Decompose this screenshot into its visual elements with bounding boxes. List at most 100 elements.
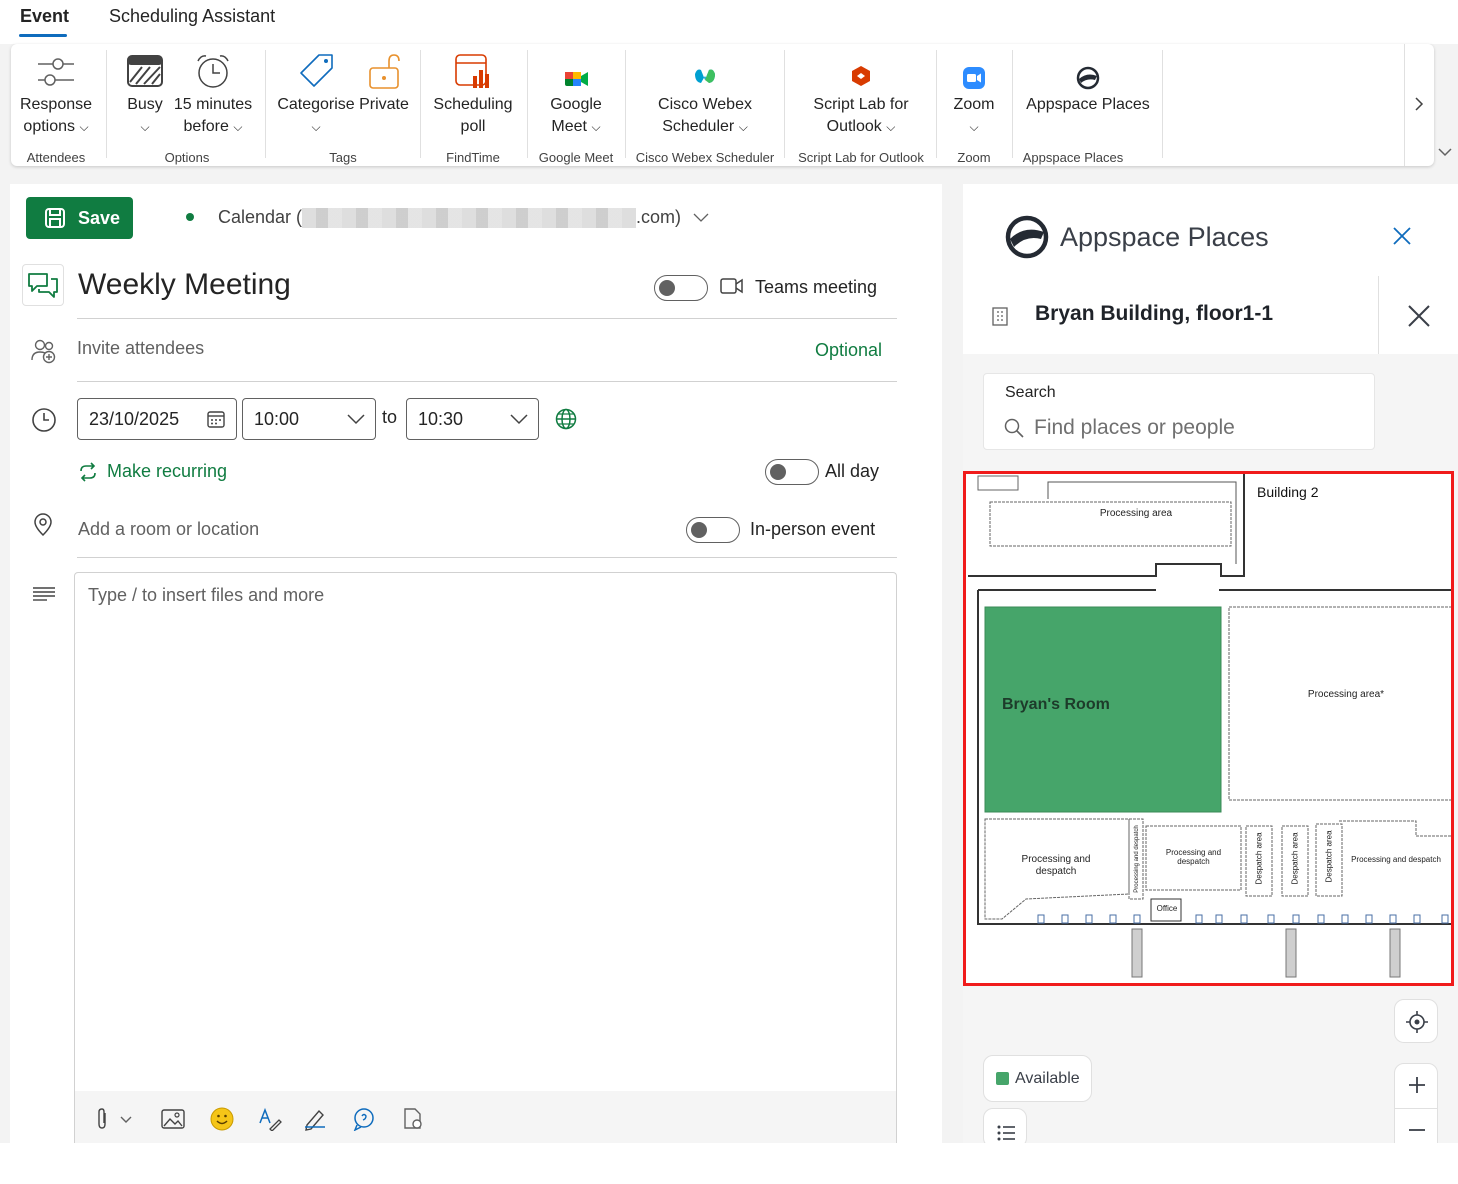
ribbon: Response options ⌵ Attendees Busy ⌵ 15 m… — [11, 44, 1434, 166]
globe-icon[interactable] — [555, 408, 577, 430]
script-lab-label-1: Script Lab for — [813, 96, 909, 113]
map-room-label[interactable]: Processing and despatch — [1006, 854, 1106, 878]
scheduling-poll-button[interactable]: Scheduling poll — [425, 52, 521, 138]
tab-event[interactable]: Event — [20, 6, 69, 27]
search-input[interactable]: Find places or people — [1034, 416, 1235, 440]
scheduling-poll-label-1: Scheduling — [433, 96, 513, 113]
group-label-options: Options — [164, 150, 210, 165]
map-room-label[interactable]: Despatch area — [1291, 824, 1300, 894]
calendar-icon — [207, 411, 225, 428]
copilot-chat-icon[interactable] — [352, 1107, 376, 1131]
script-lab-button[interactable]: Script Lab for Outlook ⌵ — [791, 52, 931, 138]
map-room-label[interactable]: Despatch area — [1255, 824, 1264, 894]
in-person-event-label: In-person event — [750, 519, 876, 539]
categorise-button[interactable]: Categorise ⌵ — [275, 52, 357, 138]
chevron-down-icon: ⌵ — [79, 120, 89, 134]
busy-button[interactable]: Busy ⌵ — [119, 52, 171, 138]
in-person-event-toggle[interactable] — [686, 517, 740, 543]
group-divider — [625, 50, 626, 158]
tag-icon — [300, 54, 333, 87]
list-icon — [997, 1125, 1015, 1141]
divider — [1395, 1108, 1437, 1109]
chevron-down-icon: ⌵ — [738, 120, 748, 134]
group-label-google-meet: Google Meet — [538, 150, 614, 165]
signature-icon[interactable] — [303, 1107, 327, 1131]
end-time-select[interactable]: 10:30 — [406, 398, 539, 440]
all-day-label: All day — [825, 461, 880, 481]
ribbon-expand-chevron-icon[interactable] — [1437, 146, 1453, 158]
map-room-label[interactable]: Office — [1152, 904, 1182, 913]
floor-plan-drawing — [968, 474, 1451, 978]
list-view-button[interactable] — [983, 1108, 1027, 1148]
group-divider — [1012, 50, 1013, 158]
map-room-label[interactable]: Processing area* — [1276, 689, 1416, 700]
webex-label-1: Cisco Webex — [658, 96, 752, 113]
map-room-label[interactable]: Processing and despatch — [1134, 824, 1140, 894]
locate-me-button[interactable] — [1394, 999, 1438, 1043]
chevron-down-icon: ⌵ — [591, 120, 601, 134]
save-button[interactable]: Save — [26, 197, 133, 239]
optional-attendees-link[interactable]: Optional — [815, 340, 882, 361]
add-people-icon — [31, 339, 56, 364]
reminder-button[interactable]: 15 minutes before ⌵ — [171, 52, 255, 138]
chevron-down-icon — [693, 213, 709, 222]
webex-scheduler-button[interactable]: Cisco Webex Scheduler ⌵ — [633, 52, 777, 138]
divider — [77, 318, 897, 319]
places-search[interactable]: Search Find places or people — [983, 373, 1375, 450]
chevron-right-icon[interactable] — [1413, 96, 1425, 112]
start-date-picker[interactable]: 23/10/2025 — [77, 398, 237, 440]
calendar-color-dot — [186, 213, 194, 221]
google-meet-label-1: Google — [550, 96, 602, 113]
zoom-out-icon[interactable] — [1407, 1120, 1427, 1140]
redacted-email — [302, 207, 637, 228]
private-button[interactable]: Private — [357, 52, 411, 116]
emoji-icon[interactable] — [210, 1107, 234, 1131]
invite-attendees-input[interactable]: Invite attendees — [77, 338, 204, 359]
zoom-button[interactable]: Zoom ⌵ — [943, 52, 1005, 138]
divider — [77, 557, 897, 558]
map-room-label[interactable]: Despatch area — [1325, 822, 1334, 892]
zoom-in-icon[interactable] — [1407, 1075, 1427, 1095]
event-body-editor[interactable]: Type / to insert files and more — [74, 572, 897, 1144]
attach-icon[interactable] — [97, 1107, 135, 1131]
search-icon — [1004, 418, 1024, 438]
tab-scheduling-assistant[interactable]: Scheduling Assistant — [109, 6, 275, 27]
bottom-margin — [0, 1143, 1458, 1184]
google-meet-label-2: Meet — [551, 118, 587, 135]
search-label: Search — [1005, 384, 1056, 401]
map-room-label[interactable]: Processing and despatch — [1156, 848, 1231, 866]
event-title-input[interactable]: Weekly Meeting — [78, 268, 291, 302]
all-day-toggle[interactable] — [765, 459, 819, 485]
building-icon — [992, 307, 1008, 326]
available-legend[interactable]: Available — [983, 1055, 1092, 1102]
floor-map[interactable]: Building 2 Processing area Bryan's Room … — [963, 471, 1454, 986]
location-input[interactable]: Add a room or location — [78, 519, 259, 540]
zoom-icon — [963, 67, 985, 89]
teams-meeting-toggle[interactable] — [654, 275, 708, 301]
formatting-toolbar — [75, 1091, 896, 1144]
script-lab-icon — [852, 66, 870, 86]
make-recurring-button[interactable]: Make recurring — [77, 461, 227, 482]
map-room-label[interactable]: Processing and despatch — [1346, 855, 1446, 864]
chevron-down-icon: ⌵ — [233, 120, 243, 134]
end-time-value: 10:30 — [418, 408, 464, 429]
calendar-selector[interactable]: Calendar ( .com) — [218, 207, 709, 228]
response-options-button[interactable]: Response options ⌵ — [13, 52, 99, 138]
available-swatch — [996, 1072, 1009, 1085]
clear-building-icon[interactable] — [1408, 305, 1430, 327]
group-divider — [265, 50, 266, 158]
map-room-label[interactable]: Processing area — [1066, 508, 1206, 519]
event-type-button[interactable] — [22, 264, 64, 306]
format-text-icon[interactable] — [258, 1107, 282, 1131]
loop-component-icon[interactable] — [401, 1107, 425, 1131]
appspace-places-button[interactable]: Appspace Places — [1021, 52, 1155, 116]
divider — [77, 381, 897, 382]
image-icon[interactable] — [161, 1109, 185, 1129]
start-time-select[interactable]: 10:00 — [242, 398, 376, 440]
map-room-bryans-room[interactable]: Bryan's Room — [1002, 696, 1110, 714]
categorise-label: Categorise — [277, 96, 355, 113]
script-lab-label-2: Outlook — [826, 118, 882, 135]
close-panel-icon[interactable] — [1393, 227, 1411, 245]
group-label-appspace: Appspace Places — [1022, 150, 1124, 165]
google-meet-button[interactable]: Google Meet ⌵ — [533, 52, 619, 138]
